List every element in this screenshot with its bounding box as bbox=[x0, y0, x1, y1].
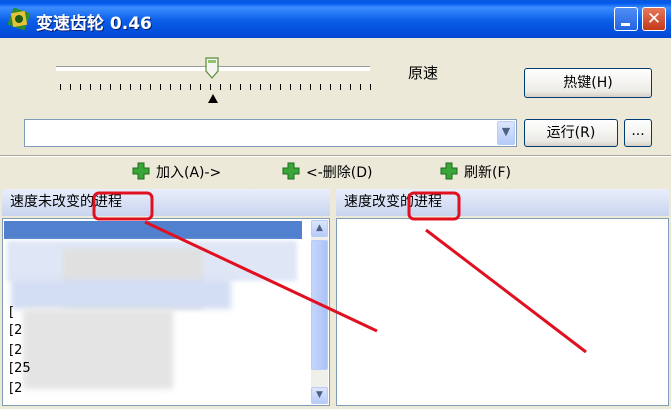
list-item[interactable]: [2 bbox=[9, 323, 22, 338]
browse-button[interactable]: ... bbox=[624, 119, 652, 147]
add-process-label: 加入(A)-> bbox=[156, 165, 222, 181]
hotkey-button[interactable]: 热键(H) bbox=[524, 68, 652, 98]
title-bar[interactable]: 变速齿轮 0.46 ✕ bbox=[0, 0, 671, 38]
blurred-region bbox=[11, 279, 231, 309]
chevron-down-icon: ▼ bbox=[501, 125, 511, 138]
speed-label: 原速 bbox=[408, 64, 439, 82]
speed-slider-thumb[interactable] bbox=[205, 57, 219, 79]
changed-processes-list[interactable] bbox=[336, 218, 669, 406]
refresh-label: 刷新(F) bbox=[464, 165, 511, 181]
window-title: 变速齿轮 0.46 bbox=[36, 14, 152, 34]
blurred-region bbox=[23, 309, 173, 389]
close-icon: ✕ bbox=[646, 9, 662, 29]
process-combobox[interactable]: ▼ bbox=[24, 119, 517, 147]
list-item[interactable]: [25 bbox=[9, 361, 31, 376]
list-item[interactable]: [ bbox=[9, 305, 14, 320]
speed-center-marker bbox=[208, 94, 218, 103]
remove-process-action[interactable]: <-删除(D) bbox=[282, 162, 373, 184]
vertical-scrollbar[interactable]: ▲ ▼ bbox=[311, 220, 328, 404]
refresh-action[interactable]: 刷新(F) bbox=[440, 162, 511, 184]
minimize-button[interactable] bbox=[614, 7, 638, 31]
selected-row-highlight bbox=[4, 221, 302, 239]
speed-slider-ticks bbox=[60, 84, 372, 90]
unchanged-processes-header: 速度未改变的进程 bbox=[2, 189, 330, 216]
scroll-down-button[interactable]: ▼ bbox=[311, 387, 328, 404]
run-button[interactable]: 运行(R) bbox=[524, 119, 618, 147]
scroll-up-button[interactable]: ▲ bbox=[311, 220, 328, 237]
app-window: 变速齿轮 0.46 ✕ 原速 热键(H) ▼ 运行(R) ... 加入(A)->… bbox=[0, 0, 671, 409]
separator bbox=[0, 155, 671, 157]
close-button[interactable]: ✕ bbox=[642, 7, 666, 31]
remove-process-label: <-删除(D) bbox=[306, 165, 373, 181]
plus-add-icon bbox=[132, 162, 150, 180]
list-item[interactable]: [2 bbox=[9, 381, 22, 396]
list-item[interactable]: [2 bbox=[9, 343, 22, 358]
scrollbar-thumb[interactable] bbox=[311, 240, 328, 370]
gear-app-icon bbox=[8, 8, 30, 30]
changed-processes-header: 速度改变的进程 bbox=[336, 189, 669, 216]
plus-remove-icon bbox=[282, 162, 300, 180]
plus-refresh-icon bbox=[440, 162, 458, 180]
unchanged-processes-list[interactable]: [ [2 [2 [25 [2 ▲ ▼ bbox=[2, 218, 330, 406]
add-process-action[interactable]: 加入(A)-> bbox=[132, 162, 221, 184]
combobox-dropdown-button[interactable]: ▼ bbox=[497, 121, 515, 145]
